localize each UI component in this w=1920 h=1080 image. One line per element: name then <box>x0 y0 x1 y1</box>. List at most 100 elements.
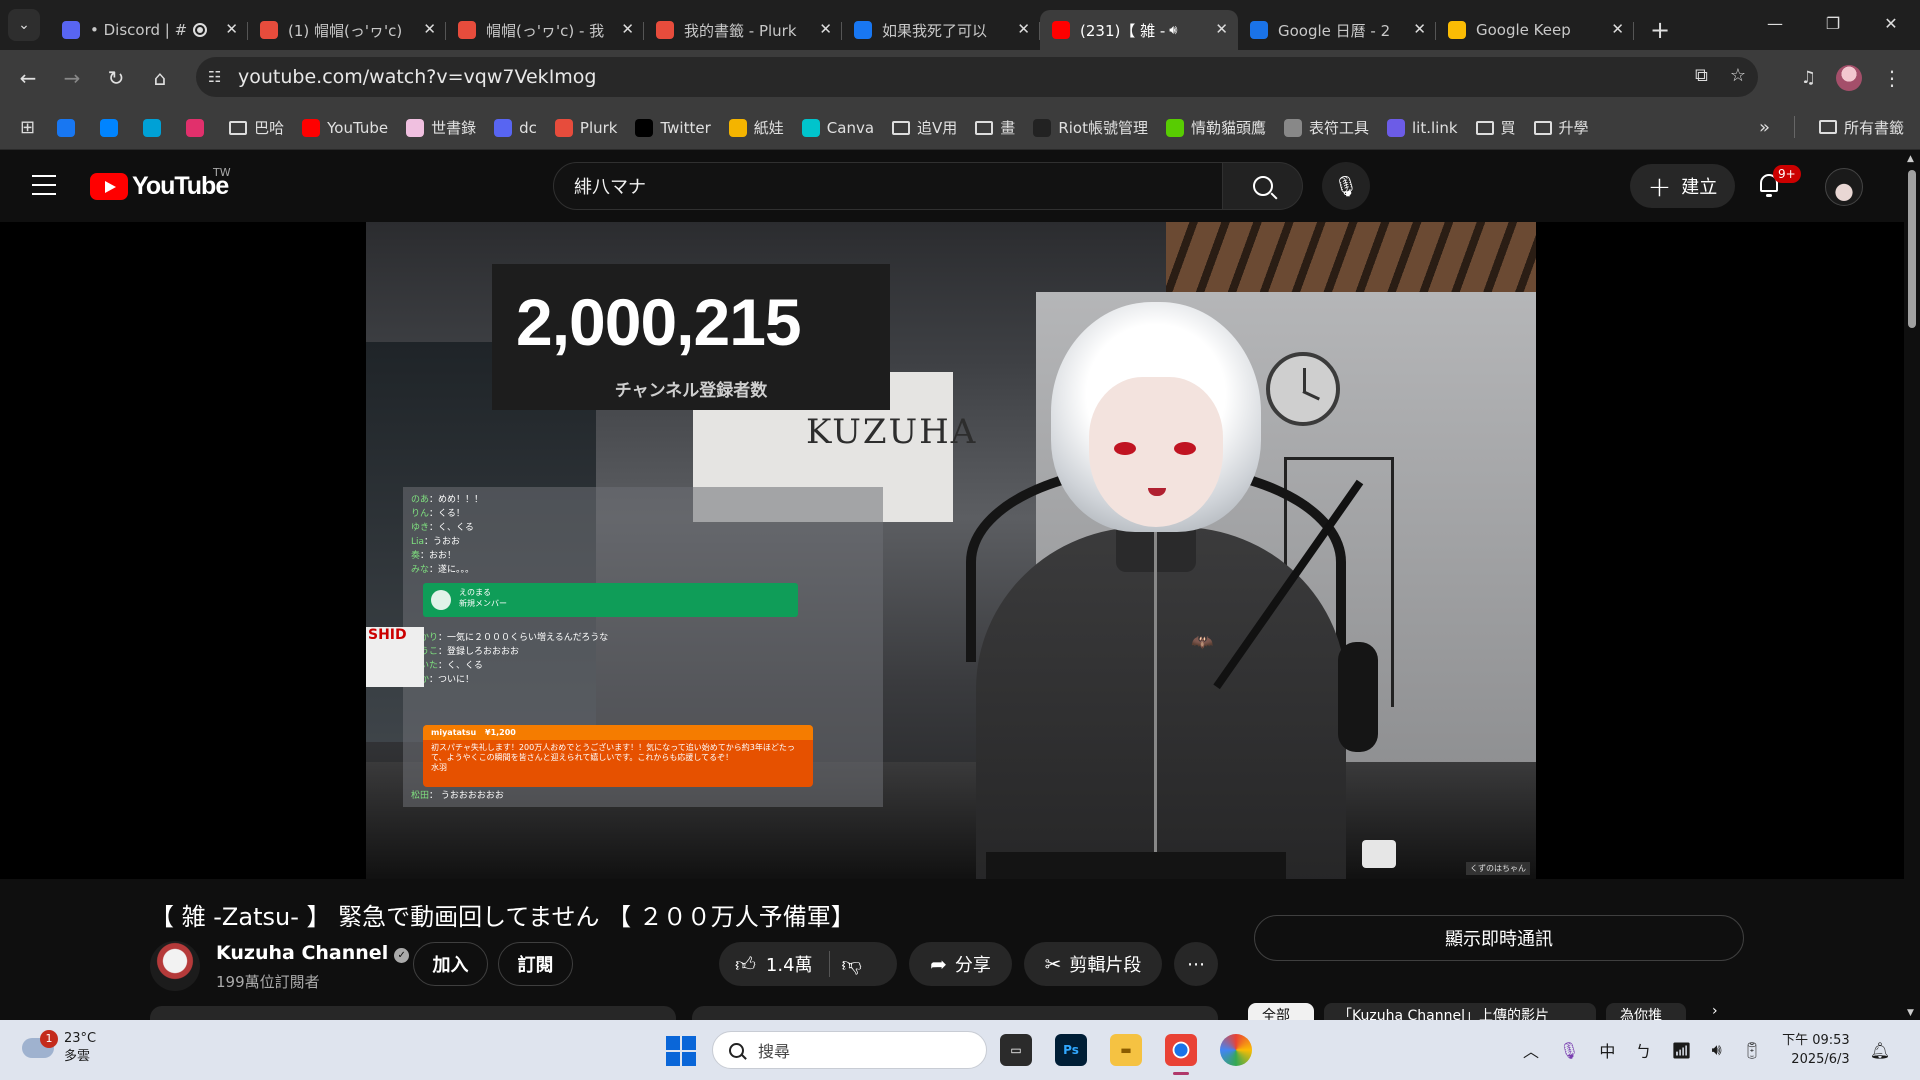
browser-tab[interactable]: 帽帽(っ'ヮ'c) - 我 ✕ <box>446 10 644 50</box>
bookmark-item[interactable]: Canva <box>801 118 874 137</box>
bookmark-item[interactable]: lit.link <box>1387 118 1458 137</box>
show-hidden-icons-chevron-icon[interactable]: ︿ <box>1523 1038 1539 1062</box>
tab-close-icon[interactable]: ✕ <box>225 20 238 38</box>
system-clock[interactable]: 下午 09:53 2025/6/3 <box>1782 1031 1850 1069</box>
create-button[interactable]: + 建立 <box>1630 164 1735 208</box>
microphone-in-use-icon[interactable]: 🎙 <box>1559 1041 1579 1060</box>
all-bookmarks-folder[interactable]: 所有書籤 <box>1818 117 1904 138</box>
more-bookmarks-chevron-icon[interactable]: » <box>1759 117 1770 138</box>
site-info-icon[interactable]: ☷ <box>208 68 232 86</box>
new-tab-button[interactable]: + <box>1650 16 1670 44</box>
tab-close-icon[interactable]: ✕ <box>423 20 436 38</box>
photos-app-icon[interactable] <box>1220 1034 1252 1066</box>
browser-tab[interactable]: 我的書籤 - Plurk ✕ <box>644 10 842 50</box>
weather-widget[interactable]: 1 23°C 多雲 <box>22 1030 96 1066</box>
thumbs-up-icon[interactable]: 👍︎ <box>735 952 756 977</box>
close-window-button[interactable]: ✕ <box>1862 0 1920 46</box>
file-explorer-icon[interactable]: ▬ <box>1110 1034 1142 1066</box>
account-avatar[interactable] <box>1825 168 1863 206</box>
join-button[interactable]: 加入 <box>413 942 488 986</box>
reload-button[interactable]: ↻ <box>94 66 138 90</box>
bookmark-item[interactable]: Riot帳號管理 <box>1033 117 1148 138</box>
thumbs-down-icon[interactable]: 👎︎ <box>842 952 862 977</box>
photoshop-icon[interactable]: Ps <box>1055 1034 1087 1066</box>
tab-audio-icon[interactable]: 🔊︎ <box>1169 23 1177 38</box>
tab-close-icon[interactable]: ✕ <box>1413 20 1426 38</box>
voice-search-button[interactable]: 🎙 <box>1322 162 1370 210</box>
back-button[interactable]: ← <box>6 66 50 90</box>
start-button[interactable] <box>666 1036 696 1066</box>
search-button[interactable] <box>1223 162 1303 210</box>
chip-all[interactable]: 全部 <box>1248 1003 1314 1020</box>
chip-channel-uploads[interactable]: 「Kuzuha Channel」上傳的影片 <box>1324 1003 1596 1020</box>
bookmark-item[interactable]: 表符工具 <box>1283 117 1369 138</box>
channel-avatar[interactable] <box>150 941 200 991</box>
minimize-button[interactable]: — <box>1746 0 1804 46</box>
comments-card[interactable] <box>692 1006 1218 1020</box>
volume-icon[interactable]: 🔊︎ <box>1712 1040 1722 1060</box>
channel-name[interactable]: Kuzuha Channel ✓ <box>216 942 410 964</box>
home-button[interactable]: ⌂ <box>138 66 182 90</box>
apps-grid-icon[interactable]: ⊞ <box>20 117 35 138</box>
media-control-icon[interactable]: ♫ <box>1801 68 1816 88</box>
address-bar[interactable]: ☷ youtube.com/watch?v=vqw7VekImog ⧉ ☆ <box>196 57 1758 97</box>
subscribe-button[interactable]: 訂閱 <box>498 942 573 986</box>
clip-button[interactable]: ✂ 剪輯片段 <box>1024 942 1162 986</box>
browser-tab[interactable]: 如果我死了可以 ✕ <box>842 10 1040 50</box>
browser-tab[interactable]: (231)【 雑 - 🔊︎ ✕ <box>1040 10 1238 50</box>
scrollbar-thumb[interactable] <box>1908 170 1916 328</box>
bookmark-item[interactable]: Plurk <box>554 118 617 137</box>
browser-tab[interactable]: Google Keep ✕ <box>1436 10 1634 50</box>
chrome-icon[interactable] <box>1165 1034 1197 1075</box>
browser-tab[interactable]: (1) 帽帽(っ'ヮ'c) ✕ <box>248 10 446 50</box>
scroll-down-arrow-icon[interactable]: ▼ <box>1907 1008 1914 1018</box>
bookmark-item[interactable]: 情勒貓頭鷹 <box>1165 117 1266 138</box>
browser-tab[interactable]: • Discord | # ✕ <box>50 10 248 50</box>
tab-close-icon[interactable]: ✕ <box>621 20 634 38</box>
ime-mode-icon[interactable]: ㄅ <box>1635 1038 1651 1062</box>
page-scrollbar[interactable]: ▲ ▼ <box>1904 150 1920 1020</box>
tab-close-icon[interactable]: ✕ <box>819 20 832 38</box>
menu-hamburger-icon[interactable] <box>32 175 56 195</box>
restore-button[interactable]: ❐ <box>1804 0 1862 46</box>
youtube-logo[interactable]: YouTube <box>90 172 229 201</box>
tab-close-icon[interactable]: ✕ <box>1017 20 1030 38</box>
profile-avatar[interactable] <box>1836 65 1862 91</box>
tab-search-button[interactable]: ⌄ <box>8 9 40 41</box>
bookmark-item[interactable] <box>100 118 125 137</box>
bookmark-item[interactable]: 紙娃 <box>728 117 784 138</box>
install-app-icon[interactable]: ⧉ <box>1695 65 1708 86</box>
like-count[interactable]: 1.4萬 <box>766 951 813 977</box>
share-button[interactable]: ➦ 分享 <box>909 942 1012 986</box>
search-input[interactable]: 緋八マナ <box>553 162 1223 210</box>
browser-tab[interactable]: Google 日曆 - 2 ✕ <box>1238 10 1436 50</box>
ime-indicator[interactable]: 中 <box>1599 1038 1615 1062</box>
video-player[interactable]: KUZUHA 🦇 2,000,215 チャンネル登録者数 のあ：めめ！！！ りん：… <box>366 222 1536 879</box>
show-live-chat-button[interactable]: 顯示即時通訊 <box>1254 915 1744 961</box>
browser-menu-icon[interactable]: ⋮ <box>1882 66 1902 90</box>
more-actions-button[interactable]: ⋯ <box>1174 942 1218 986</box>
chip-for-you[interactable]: 為你推 <box>1606 1003 1686 1020</box>
tab-close-icon[interactable]: ✕ <box>1611 20 1624 38</box>
bookmark-star-icon[interactable]: ☆ <box>1730 65 1746 86</box>
bookmark-item[interactable]: 巴哈 <box>229 117 284 138</box>
bookmark-item[interactable]: Twitter <box>635 118 711 137</box>
bookmark-item[interactable]: YouTube <box>302 118 388 137</box>
bookmark-item[interactable] <box>57 118 82 137</box>
bookmark-item[interactable]: 追V用 <box>892 117 957 138</box>
wifi-icon[interactable]: 📶︎ <box>1671 1041 1691 1060</box>
bookmark-item[interactable] <box>143 118 168 137</box>
bookmark-item[interactable]: dc <box>494 118 537 137</box>
tab-close-icon[interactable]: ✕ <box>1215 20 1228 38</box>
taskbar-search[interactable]: 搜尋 <box>712 1031 987 1069</box>
task-view-icon[interactable]: ▭ <box>1000 1034 1032 1066</box>
bookmark-item[interactable]: 世書錄 <box>406 117 476 138</box>
bookmark-item[interactable]: 畫 <box>975 117 1015 138</box>
bookmark-item[interactable] <box>186 118 211 137</box>
bookmark-item[interactable]: 升學 <box>1533 117 1589 138</box>
chips-next-chevron-icon[interactable]: › <box>1712 1003 1718 1019</box>
bookmark-item[interactable]: 買 <box>1475 117 1516 138</box>
description-card[interactable] <box>150 1006 676 1020</box>
scroll-up-arrow-icon[interactable]: ▲ <box>1907 154 1914 164</box>
forward-button[interactable]: → <box>50 66 94 90</box>
